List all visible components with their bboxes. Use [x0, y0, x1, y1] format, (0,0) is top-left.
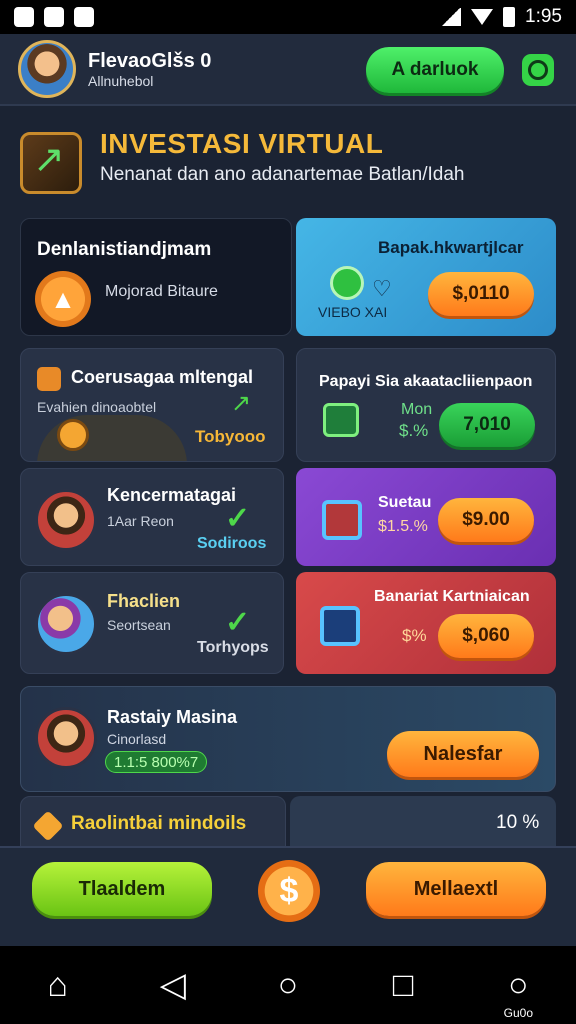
card-title: Kencermatagai	[107, 485, 237, 505]
home-circle-icon[interactable]: ○	[263, 966, 313, 1005]
image-icon	[44, 7, 64, 27]
battery-icon	[503, 7, 516, 27]
calendar-icon	[74, 7, 94, 27]
card-label: VIEBO XAI	[318, 304, 388, 320]
growth-badge: 1.1:5 800%7	[105, 751, 208, 773]
invest-button[interactable]: $,0110	[428, 272, 534, 316]
card-title: Raolintbai mindoils	[71, 813, 247, 834]
avatar	[35, 593, 97, 655]
avatar	[35, 707, 97, 769]
card-pct: $1.5.%	[378, 518, 428, 535]
card-title: Fhaclien	[107, 591, 181, 611]
cash-icon	[323, 403, 359, 437]
avatar[interactable]	[18, 40, 76, 98]
recents-icon[interactable]: □	[378, 966, 428, 1005]
avatar	[35, 489, 97, 551]
card-mon: Mon	[401, 401, 433, 418]
chart-up-icon	[20, 132, 82, 194]
notification-icon	[14, 7, 34, 27]
page-title-section: INVESTASI VIRTUAL Nenanat dan ano adanar…	[20, 128, 556, 198]
investment-card-2[interactable]: Bapak.hkwartjlcar ♡ VIEBO XAI $,0110	[296, 218, 556, 336]
trend-up-icon: ↗	[231, 390, 252, 417]
card-pct: $.%	[399, 421, 429, 440]
wifi-badge-icon	[330, 266, 364, 300]
investment-card-7[interactable]: Fhaclien Seortsean ✓ Torhyops	[20, 572, 284, 674]
wifi-icon	[471, 9, 494, 25]
action-button[interactable]: Nalesfar	[387, 731, 539, 777]
dollar-coin-icon[interactable]: $	[258, 860, 320, 922]
status-time: 1:95	[525, 6, 562, 27]
chest-icon	[37, 367, 61, 391]
profile-subtitle: Allnuhebol	[88, 72, 154, 89]
bell-icon: ▲	[35, 271, 91, 327]
check-icon: ✓	[225, 502, 251, 535]
card-subtitle: Cinorlasd	[107, 731, 167, 747]
page-title: INVESTASI VIRTUAL	[100, 128, 384, 159]
right-action-button[interactable]: Mellaextl	[366, 862, 546, 916]
card-tag: Torhyops	[197, 639, 269, 656]
investment-card-6[interactable]: Suetau $1.5.% $9.00	[296, 468, 556, 566]
investment-card-1[interactable]: Denlanistiandjmam ▲ Mojorad Bitaure	[20, 218, 292, 336]
card-tag: Sodiroos	[197, 535, 267, 552]
status-bar: 1:95	[0, 0, 576, 34]
card-title: Bapak.hkwartjlcar	[378, 238, 524, 257]
back-icon[interactable]: ◁	[148, 965, 198, 1005]
invest-button[interactable]: $9.00	[438, 498, 534, 542]
investment-card-4[interactable]: Papayi Sia akaatacliienpaon Mon $.% 7,01…	[296, 348, 556, 462]
left-action-button[interactable]: Tlaaldem	[32, 862, 212, 916]
card-title: Coerusagaa mltengal	[71, 367, 254, 387]
invest-button[interactable]: 7,010	[439, 403, 535, 447]
card-label: Mojorad Bitaure	[105, 283, 218, 300]
progress-value: 10 %	[496, 812, 540, 833]
system-nav-bar: ⌂ ◁ ○ □ ○ Gu0o	[0, 946, 576, 1024]
investment-card-8[interactable]: Banariat Kartniaican $% $,060	[296, 572, 556, 674]
card-tag: Tobyooo	[195, 427, 266, 446]
page-subtitle: Nenanat dan ano adanartemae Batlan/Idah	[100, 164, 465, 185]
investment-card-3[interactable]: Coerusagaa mltengal Evahien dinoaobtel ↗…	[20, 348, 284, 462]
chat-icon[interactable]	[522, 54, 554, 86]
card-title: Rastaiy Masina	[107, 707, 238, 727]
box-icon	[320, 606, 360, 646]
investment-card-10[interactable]: Raolintbai mindoils	[20, 796, 286, 852]
diamond-icon	[32, 810, 64, 842]
profile-name: FlevaoGlšs 0	[88, 49, 212, 72]
nav-label: Gu0o	[503, 1005, 534, 1020]
heart-icon: ♡	[372, 276, 392, 301]
signal-icon	[441, 8, 462, 26]
chart-icon	[322, 500, 362, 540]
check-icon: ✓	[225, 606, 251, 639]
card-pct: $%	[402, 626, 427, 645]
bottom-action-bar: Tlaaldem $ Mellaextl	[0, 846, 576, 946]
card-title: Suetau	[378, 494, 432, 511]
invest-button[interactable]: $,060	[438, 614, 534, 658]
card-title: Papayi Sia akaatacliienpaon	[319, 373, 533, 390]
card-subtitle: Evahien dinoaobtel	[37, 399, 157, 415]
card-title: Denlanistiandjmam	[37, 239, 212, 260]
card-title: Banariat Kartniaican	[374, 588, 530, 605]
header-action-button[interactable]: A darluok	[366, 47, 504, 93]
profile-header: FlevaoGlšs 0 Allnuhebol A darluok	[0, 34, 576, 106]
profile-nav-icon[interactable]: ○ Gu0o	[493, 966, 543, 1020]
home-icon[interactable]: ⌂	[33, 966, 83, 1005]
progress-card: 10 %	[290, 796, 556, 852]
investment-card-9[interactable]: Rastaiy Masina Cinorlasd 1.1:5 800%7 Nal…	[20, 686, 556, 792]
coin-icon	[57, 419, 89, 451]
card-subtitle: 1Aar Reon	[107, 513, 174, 529]
investment-card-5[interactable]: Kencermatagai 1Aar Reon ✓ Sodiroos	[20, 468, 284, 566]
card-subtitle: Seortsean	[107, 617, 171, 633]
